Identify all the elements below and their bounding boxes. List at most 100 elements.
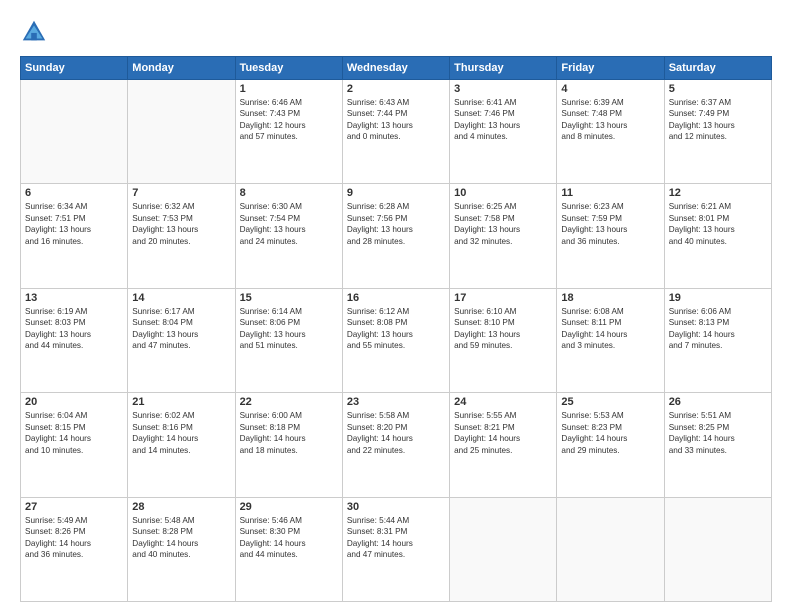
cell-info: Sunrise: 5:44 AMSunset: 8:31 PMDaylight:… xyxy=(347,515,445,561)
cell-info: Sunrise: 5:53 AMSunset: 8:23 PMDaylight:… xyxy=(561,410,659,456)
cell-info: Sunrise: 6:28 AMSunset: 7:56 PMDaylight:… xyxy=(347,201,445,247)
calendar-cell: 15 Sunrise: 6:14 AMSunset: 8:06 PMDayligh… xyxy=(235,288,342,392)
cell-info: Sunrise: 6:04 AMSunset: 8:15 PMDaylight:… xyxy=(25,410,123,456)
day-number: 10 xyxy=(454,187,552,199)
calendar-cell xyxy=(128,80,235,184)
calendar-week-row: 6 Sunrise: 6:34 AMSunset: 7:51 PMDaylight… xyxy=(21,184,772,288)
calendar-cell: 16Sunrise: 6:12 AMSunset: 8:08 PMDayligh… xyxy=(342,288,449,392)
cell-info: Sunrise: 6:34 AMSunset: 7:51 PMDaylight:… xyxy=(25,201,123,247)
day-number: 24 xyxy=(454,396,552,408)
calendar-cell: 3Sunrise: 6:41 AMSunset: 7:46 PMDaylight… xyxy=(450,80,557,184)
calendar-header-row: SundayMondayTuesdayWednesdayThursdayFrid… xyxy=(21,57,772,80)
calendar-cell: 8 Sunrise: 6:30 AMSunset: 7:54 PMDaylight… xyxy=(235,184,342,288)
cell-info: Sunrise: 6:25 AMSunset: 7:58 PMDaylight:… xyxy=(454,201,552,247)
cell-info: Sunrise: 6:10 AMSunset: 8:10 PMDaylight:… xyxy=(454,306,552,352)
day-number: 29 xyxy=(240,501,338,513)
calendar: SundayMondayTuesdayWednesdayThursdayFrid… xyxy=(20,56,772,602)
day-number: 6 xyxy=(25,187,123,199)
day-number: 11 xyxy=(561,187,659,199)
cell-info: Sunrise: 5:48 AMSunset: 8:28 PMDaylight:… xyxy=(132,515,230,561)
day-number: 7 xyxy=(132,187,230,199)
day-number: 2 xyxy=(347,83,445,95)
calendar-cell: 12 Sunrise: 6:21 AMSunset: 8:01 PMDayligh… xyxy=(664,184,771,288)
day-number: 4 xyxy=(561,83,659,95)
calendar-cell: 29 Sunrise: 5:46 AMSunset: 8:30 PMDayligh… xyxy=(235,497,342,601)
day-number: 9 xyxy=(347,187,445,199)
calendar-cell: 13 Sunrise: 6:19 AMSunset: 8:03 PMDayligh… xyxy=(21,288,128,392)
calendar-cell: 20 Sunrise: 6:04 AMSunset: 8:15 PMDayligh… xyxy=(21,393,128,497)
calendar-week-row: 20 Sunrise: 6:04 AMSunset: 8:15 PMDayligh… xyxy=(21,393,772,497)
day-number: 27 xyxy=(25,501,123,513)
header xyxy=(20,18,772,46)
weekday-header: Monday xyxy=(128,57,235,80)
logo xyxy=(20,18,54,46)
calendar-cell: 2 Sunrise: 6:43 AMSunset: 7:44 PMDaylight… xyxy=(342,80,449,184)
day-number: 25 xyxy=(561,396,659,408)
day-number: 19 xyxy=(669,292,767,304)
calendar-cell xyxy=(450,497,557,601)
logo-icon xyxy=(20,18,48,46)
cell-info: Sunrise: 6:21 AMSunset: 8:01 PMDaylight:… xyxy=(669,201,767,247)
cell-info: Sunrise: 6:32 AMSunset: 7:53 PMDaylight:… xyxy=(132,201,230,247)
cell-info: Sunrise: 6:02 AMSunset: 8:16 PMDaylight:… xyxy=(132,410,230,456)
cell-info: Sunrise: 6:37 AMSunset: 7:49 PMDaylight:… xyxy=(669,97,767,143)
calendar-cell: 9 Sunrise: 6:28 AMSunset: 7:56 PMDaylight… xyxy=(342,184,449,288)
day-number: 14 xyxy=(132,292,230,304)
day-number: 16 xyxy=(347,292,445,304)
calendar-cell: 1 Sunrise: 6:46 AMSunset: 7:43 PMDaylight… xyxy=(235,80,342,184)
day-number: 23 xyxy=(347,396,445,408)
cell-info: Sunrise: 6:17 AMSunset: 8:04 PMDaylight:… xyxy=(132,306,230,352)
day-number: 28 xyxy=(132,501,230,513)
calendar-cell: 14 Sunrise: 6:17 AMSunset: 8:04 PMDayligh… xyxy=(128,288,235,392)
day-number: 12 xyxy=(669,187,767,199)
calendar-cell: 22 Sunrise: 6:00 AMSunset: 8:18 PMDayligh… xyxy=(235,393,342,497)
calendar-week-row: 13 Sunrise: 6:19 AMSunset: 8:03 PMDayligh… xyxy=(21,288,772,392)
calendar-cell: 10 Sunrise: 6:25 AMSunset: 7:58 PMDayligh… xyxy=(450,184,557,288)
calendar-cell: 30 Sunrise: 5:44 AMSunset: 8:31 PMDayligh… xyxy=(342,497,449,601)
calendar-cell: 24 Sunrise: 5:55 AMSunset: 8:21 PMDayligh… xyxy=(450,393,557,497)
calendar-cell: 23 Sunrise: 5:58 AMSunset: 8:20 PMDayligh… xyxy=(342,393,449,497)
day-number: 22 xyxy=(240,396,338,408)
cell-info: Sunrise: 5:46 AMSunset: 8:30 PMDaylight:… xyxy=(240,515,338,561)
cell-info: Sunrise: 5:55 AMSunset: 8:21 PMDaylight:… xyxy=(454,410,552,456)
cell-info: Sunrise: 6:23 AMSunset: 7:59 PMDaylight:… xyxy=(561,201,659,247)
day-number: 21 xyxy=(132,396,230,408)
weekday-header: Saturday xyxy=(664,57,771,80)
cell-info: Sunrise: 6:46 AMSunset: 7:43 PMDaylight:… xyxy=(240,97,338,143)
weekday-header: Wednesday xyxy=(342,57,449,80)
calendar-week-row: 1 Sunrise: 6:46 AMSunset: 7:43 PMDaylight… xyxy=(21,80,772,184)
cell-info: Sunrise: 6:30 AMSunset: 7:54 PMDaylight:… xyxy=(240,201,338,247)
page: SundayMondayTuesdayWednesdayThursdayFrid… xyxy=(0,0,792,612)
cell-info: Sunrise: 5:58 AMSunset: 8:20 PMDaylight:… xyxy=(347,410,445,456)
cell-info: Sunrise: 6:41 AMSunset: 7:46 PMDaylight:… xyxy=(454,97,552,143)
cell-info: Sunrise: 6:43 AMSunset: 7:44 PMDaylight:… xyxy=(347,97,445,143)
cell-info: Sunrise: 6:00 AMSunset: 8:18 PMDaylight:… xyxy=(240,410,338,456)
cell-info: Sunrise: 6:06 AMSunset: 8:13 PMDaylight:… xyxy=(669,306,767,352)
calendar-cell: 7 Sunrise: 6:32 AMSunset: 7:53 PMDaylight… xyxy=(128,184,235,288)
day-number: 15 xyxy=(240,292,338,304)
calendar-cell: 5 Sunrise: 6:37 AMSunset: 7:49 PMDaylight… xyxy=(664,80,771,184)
cell-info: Sunrise: 5:51 AMSunset: 8:25 PMDaylight:… xyxy=(669,410,767,456)
day-number: 5 xyxy=(669,83,767,95)
day-number: 8 xyxy=(240,187,338,199)
calendar-cell: 18 Sunrise: 6:08 AMSunset: 8:11 PMDayligh… xyxy=(557,288,664,392)
calendar-cell: 19 Sunrise: 6:06 AMSunset: 8:13 PMDayligh… xyxy=(664,288,771,392)
calendar-cell xyxy=(664,497,771,601)
cell-info: Sunrise: 6:19 AMSunset: 8:03 PMDaylight:… xyxy=(25,306,123,352)
day-number: 13 xyxy=(25,292,123,304)
cell-info: Sunrise: 6:08 AMSunset: 8:11 PMDaylight:… xyxy=(561,306,659,352)
day-number: 1 xyxy=(240,83,338,95)
day-number: 30 xyxy=(347,501,445,513)
weekday-header: Friday xyxy=(557,57,664,80)
day-number: 17 xyxy=(454,292,552,304)
day-number: 20 xyxy=(25,396,123,408)
calendar-cell: 17 Sunrise: 6:10 AMSunset: 8:10 PMDayligh… xyxy=(450,288,557,392)
cell-info: Sunrise: 5:49 AMSunset: 8:26 PMDaylight:… xyxy=(25,515,123,561)
day-number: 18 xyxy=(561,292,659,304)
cell-info: Sunrise: 6:14 AMSunset: 8:06 PMDaylight:… xyxy=(240,306,338,352)
calendar-cell: 27 Sunrise: 5:49 AMSunset: 8:26 PMDayligh… xyxy=(21,497,128,601)
calendar-cell: 11 Sunrise: 6:23 AMSunset: 7:59 PMDayligh… xyxy=(557,184,664,288)
calendar-cell xyxy=(21,80,128,184)
calendar-cell: 4 Sunrise: 6:39 AMSunset: 7:48 PMDaylight… xyxy=(557,80,664,184)
cell-info: Sunrise: 6:39 AMSunset: 7:48 PMDaylight:… xyxy=(561,97,659,143)
